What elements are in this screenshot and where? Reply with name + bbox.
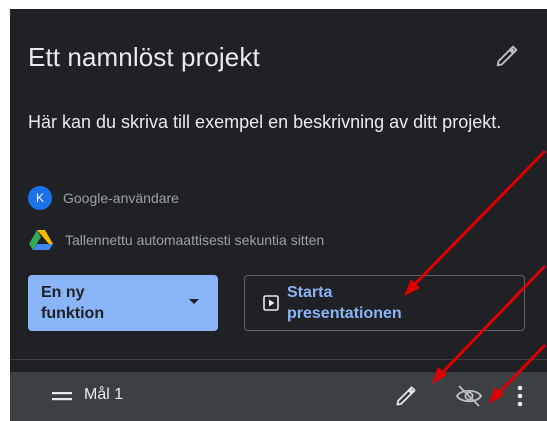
play-icon <box>263 295 279 311</box>
new-feature-button[interactable]: En ny funktion <box>28 275 218 331</box>
google-drive-icon <box>29 230 53 250</box>
layer-row[interactable]: Mål 1 <box>10 372 547 421</box>
save-status-row: Tallennettu automaattisesti sekuntia sit… <box>28 229 324 251</box>
toggle-visibility-button[interactable] <box>455 383 483 409</box>
divider <box>10 359 547 360</box>
caret-down-icon <box>189 299 199 304</box>
edit-title-button[interactable] <box>493 42 521 70</box>
edit-layer-button[interactable] <box>393 383 419 409</box>
owner-row: K Google-användare <box>28 186 179 210</box>
more-options-button[interactable] <box>510 383 530 409</box>
eye-off-icon <box>455 385 483 407</box>
owner-name: Google-användare <box>63 190 179 206</box>
project-title: Ett namnlöst projekt <box>28 42 260 72</box>
pencil-icon <box>396 386 416 406</box>
drag-handle-icon[interactable] <box>52 390 72 402</box>
layer-name[interactable]: Mål 1 <box>84 386 123 404</box>
pencil-icon <box>496 45 518 67</box>
new-feature-label: En ny funktion <box>41 284 105 322</box>
project-panel: Ett namnlöst projekt Här kan du skriva t… <box>10 9 547 421</box>
avatar: K <box>28 186 52 210</box>
more-vert-icon <box>517 385 523 407</box>
save-status-text: Tallennettu automaattisesti sekuntia sit… <box>65 232 325 248</box>
project-description[interactable]: Här kan du skriva till exempel en beskri… <box>28 106 543 138</box>
start-presentation-label: Starta presentationen <box>287 284 402 322</box>
start-presentation-button[interactable]: Starta presentationen <box>244 275 525 331</box>
